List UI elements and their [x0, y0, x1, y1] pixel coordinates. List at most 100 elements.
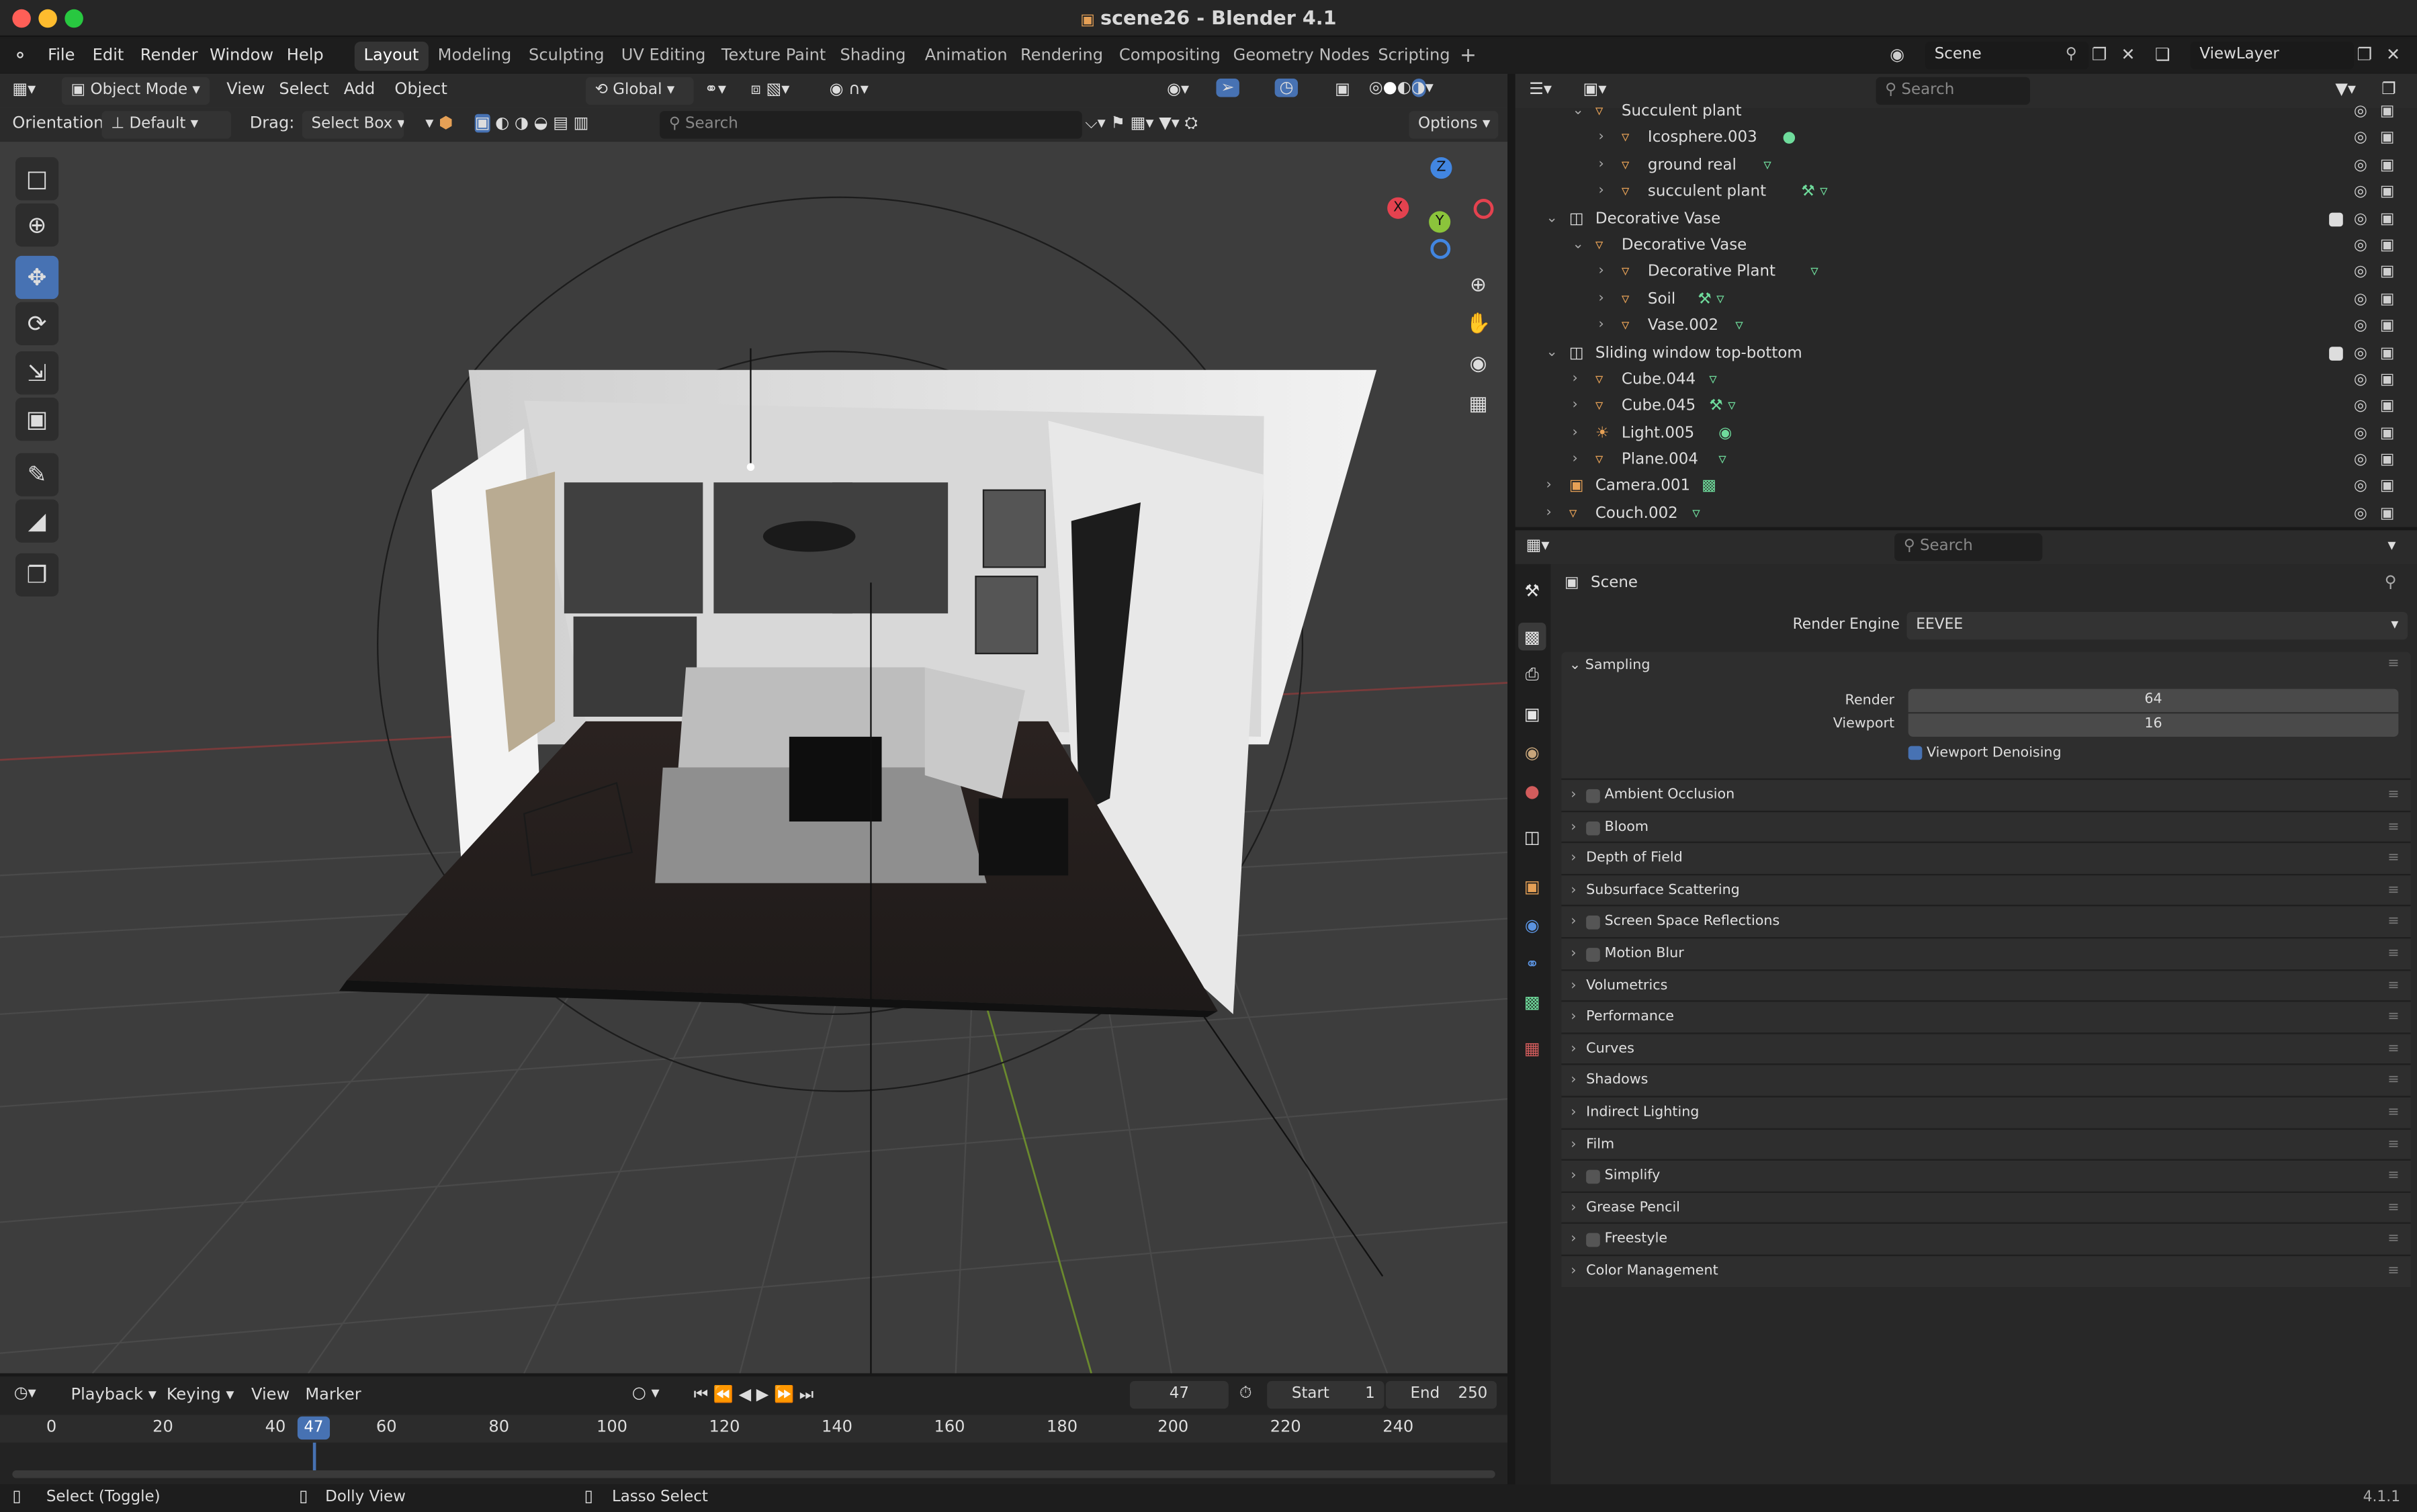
exclude-checkbox[interactable]: [2329, 212, 2343, 226]
visibility-eye-icon[interactable]: ◎: [2354, 232, 2367, 259]
outliner-row[interactable]: › ▿ Vase.002 ▿ ◎ ▣: [1515, 313, 2417, 340]
menu-render[interactable]: Render: [140, 38, 198, 72]
data-tab-icon[interactable]: ▩: [1518, 988, 1546, 1016]
drag-handle-icon[interactable]: ≡: [2387, 1256, 2399, 1288]
modifier-data-icon[interactable]: ⚒ ▿: [1698, 286, 1724, 313]
3d-viewport[interactable]: ▦▾ ▣ Object Mode ▾ View Select Add Objec…: [0, 74, 1508, 1374]
tab-animation[interactable]: Animation: [916, 42, 1016, 71]
view-layer-tab-icon[interactable]: ▣: [1518, 700, 1546, 727]
drag-handle-icon[interactable]: ≡: [2387, 875, 2399, 907]
visibility-eye-icon[interactable]: ◎: [2354, 206, 2367, 232]
render-panel-header[interactable]: › Screen Space Reflections ≡: [1561, 905, 2411, 938]
modifier-data-icon[interactable]: ⚒ ▿: [1709, 394, 1735, 420]
blender-logo-icon[interactable]: ⚬: [12, 45, 28, 66]
render-camera-icon[interactable]: ▣: [2380, 286, 2395, 313]
modifier-data-icon[interactable]: ▿: [1763, 152, 1771, 179]
end-frame-field[interactable]: End 250: [1385, 1380, 1497, 1409]
remove-view-layer-icon[interactable]: ✕: [2386, 45, 2400, 65]
navigation-gizmo[interactable]: Z X Y: [1387, 157, 1495, 265]
rotate-tool-icon[interactable]: ⟳: [15, 302, 59, 345]
visibility-eye-icon[interactable]: ◎: [2354, 152, 2367, 179]
render-camera-icon[interactable]: ▣: [2380, 232, 2395, 259]
chevron-right-icon[interactable]: ›: [1571, 1034, 1576, 1065]
bookmark-icons[interactable]: ⌵▾ ⚑ ▦▾ ▼▾ ⛭: [1085, 114, 1198, 134]
render-camera-icon[interactable]: ▣: [2380, 206, 2395, 232]
remove-scene-icon[interactable]: ✕: [2121, 45, 2135, 65]
viewport-scene[interactable]: [0, 74, 1508, 1374]
chevron-right-icon[interactable]: ›: [1572, 420, 1577, 447]
render-panel-header[interactable]: › Shadows ≡: [1561, 1064, 2411, 1096]
menu-file[interactable]: File: [48, 38, 75, 72]
chevron-right-icon[interactable]: ›: [1571, 938, 1576, 970]
new-scene-icon[interactable]: ❐: [2092, 45, 2107, 65]
viewport-samples-field[interactable]: 16: [1908, 713, 2399, 737]
visibility-eye-icon[interactable]: ◎: [2354, 313, 2367, 340]
tab-layout[interactable]: Layout: [354, 41, 429, 71]
gizmo-neg-x[interactable]: [1473, 199, 1494, 219]
drag-handle-icon[interactable]: ≡: [2387, 1098, 2399, 1129]
add-cube-tool-icon[interactable]: ❐: [15, 553, 59, 597]
outliner-row[interactable]: › ▣ Camera.001 ▩ ◎ ▣: [1515, 474, 2417, 501]
render-panel-header[interactable]: › Depth of Field ≡: [1561, 842, 2411, 874]
drag-handle-icon[interactable]: ≡: [2387, 1002, 2399, 1034]
menu-object[interactable]: Object: [394, 80, 447, 99]
render-panel-header[interactable]: › Grease Pencil ≡: [1561, 1191, 2411, 1224]
visibility-eye-icon[interactable]: ◎: [2354, 179, 2367, 206]
view-layer-selector[interactable]: ViewLayer: [2190, 41, 2354, 70]
menu-help[interactable]: Help: [287, 38, 324, 72]
transform-tool-icon[interactable]: ▣: [15, 398, 59, 441]
scene-tab-icon[interactable]: ◉: [1518, 738, 1546, 766]
output-tab-icon[interactable]: ⎙: [1518, 661, 1546, 688]
properties-search-input[interactable]: ⚲ Search: [1894, 533, 2043, 562]
chevron-right-icon[interactable]: ›: [1571, 971, 1576, 1002]
render-camera-icon[interactable]: ▣: [2380, 313, 2395, 340]
outliner-row[interactable]: › ▿ ground real ▿ ◎ ▣: [1515, 152, 2417, 179]
tab-shading[interactable]: Shading: [831, 42, 915, 71]
drag-handle-icon[interactable]: ≡: [2387, 780, 2399, 811]
modifier-data-icon[interactable]: ▿: [1692, 500, 1700, 527]
stopwatch-icon[interactable]: ⏱: [1239, 1384, 1252, 1405]
chevron-right-icon[interactable]: ›: [1571, 875, 1576, 907]
select-box-tool-icon[interactable]: □: [15, 157, 59, 201]
mode-selector[interactable]: ▣ Object Mode ▾: [61, 77, 210, 105]
new-collection-icon[interactable]: ❐: [2381, 80, 2396, 99]
tab-sculpting[interactable]: Sculpting: [519, 42, 613, 71]
scene-browse-icon[interactable]: ◉: [1890, 45, 1904, 65]
visibility-eye-icon[interactable]: ◎: [2354, 367, 2367, 394]
properties-options-icon[interactable]: ▾: [2387, 537, 2396, 555]
new-view-layer-icon[interactable]: ❐: [2357, 45, 2372, 65]
visibility-eye-icon[interactable]: ◎: [2354, 394, 2367, 420]
zoom-icon[interactable]: ⊕: [1460, 267, 1497, 304]
outliner-row[interactable]: › ▿ Decorative Plant ▿ ◎ ▣: [1515, 259, 2417, 286]
render-engine-select[interactable]: EEVEE ▾: [1906, 611, 2408, 640]
overlay-toggle-icon[interactable]: ◷: [1274, 79, 1299, 97]
chevron-right-icon[interactable]: ›: [1599, 152, 1604, 179]
playback-controls[interactable]: ⏮ ⏪ ◀ ▶ ⏩ ⏭: [694, 1384, 814, 1406]
pin-icon[interactable]: ⚲: [2385, 574, 2397, 592]
menu-view[interactable]: View: [226, 80, 265, 99]
render-camera-icon[interactable]: ▣: [2380, 367, 2395, 394]
menu-add[interactable]: Add: [344, 80, 376, 99]
chevron-right-icon[interactable]: ›: [1599, 126, 1604, 152]
gizmo-z-axis[interactable]: Z: [1430, 157, 1452, 179]
editor-type-icon[interactable]: ▦▾: [12, 80, 36, 99]
menu-playback[interactable]: Playback ▾: [71, 1386, 157, 1405]
timeline-editor-icon[interactable]: ◷▾: [14, 1384, 36, 1403]
area-divider[interactable]: [1507, 74, 1515, 1484]
visibility-eye-icon[interactable]: ◎: [2354, 474, 2367, 501]
viewport-denoising-checkbox[interactable]: Viewport Denoising: [1908, 746, 2062, 762]
menu-timeline-view[interactable]: View: [251, 1386, 290, 1405]
camera-view-icon[interactable]: ◉: [1460, 345, 1497, 382]
measure-tool-icon[interactable]: ◢: [15, 499, 59, 543]
chevron-right-icon[interactable]: ›: [1599, 259, 1604, 286]
render-camera-icon[interactable]: ▣: [2380, 126, 2395, 152]
perspective-grid-icon[interactable]: ▦: [1460, 386, 1497, 423]
chevron-right-icon[interactable]: ›: [1571, 1192, 1576, 1224]
panel-enable-checkbox[interactable]: [1586, 948, 1600, 962]
modifier-data-icon[interactable]: ▩: [1702, 474, 1716, 501]
render-camera-icon[interactable]: ▣: [2380, 394, 2395, 420]
render-camera-icon[interactable]: ▣: [2380, 259, 2395, 286]
chevron-right-icon[interactable]: ›: [1571, 780, 1576, 811]
tab-uv-editing[interactable]: UV Editing: [612, 42, 715, 71]
constraints-tab-icon[interactable]: ⚭: [1518, 949, 1546, 977]
